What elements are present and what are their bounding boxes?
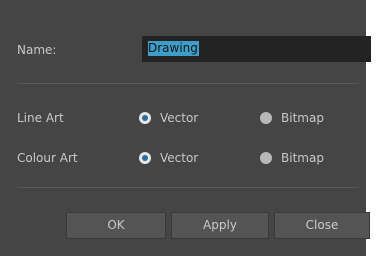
name-input-selected-text: Drawing [148, 41, 199, 56]
separator-bottom [17, 187, 359, 188]
line-art-bitmap-radio[interactable]: Bitmap [260, 111, 324, 125]
line-art-label: Line Art [17, 111, 64, 125]
line-art-vector-label: Vector [160, 111, 199, 125]
close-button[interactable]: Close [274, 212, 370, 239]
colour-art-bitmap-radio[interactable]: Bitmap [260, 151, 324, 165]
line-art-vector-radio[interactable]: Vector [139, 111, 198, 125]
radio-unselected-icon [260, 112, 272, 124]
ok-button[interactable]: OK [66, 212, 166, 239]
radio-selected-icon [139, 152, 151, 164]
name-input[interactable]: Drawing [142, 36, 371, 62]
drawing-properties-dialog: Name: Drawing Line Art Vector Bitmap Col… [0, 0, 371, 256]
separator-top [17, 83, 359, 84]
apply-button[interactable]: Apply [171, 212, 269, 239]
colour-art-label: Colour Art [17, 151, 78, 165]
line-art-bitmap-label: Bitmap [281, 111, 324, 125]
colour-art-vector-radio[interactable]: Vector [139, 151, 198, 165]
name-label: Name: [17, 43, 57, 57]
colour-art-bitmap-label: Bitmap [281, 151, 324, 165]
radio-unselected-icon [260, 152, 272, 164]
radio-selected-icon [139, 112, 151, 124]
colour-art-vector-label: Vector [160, 151, 199, 165]
